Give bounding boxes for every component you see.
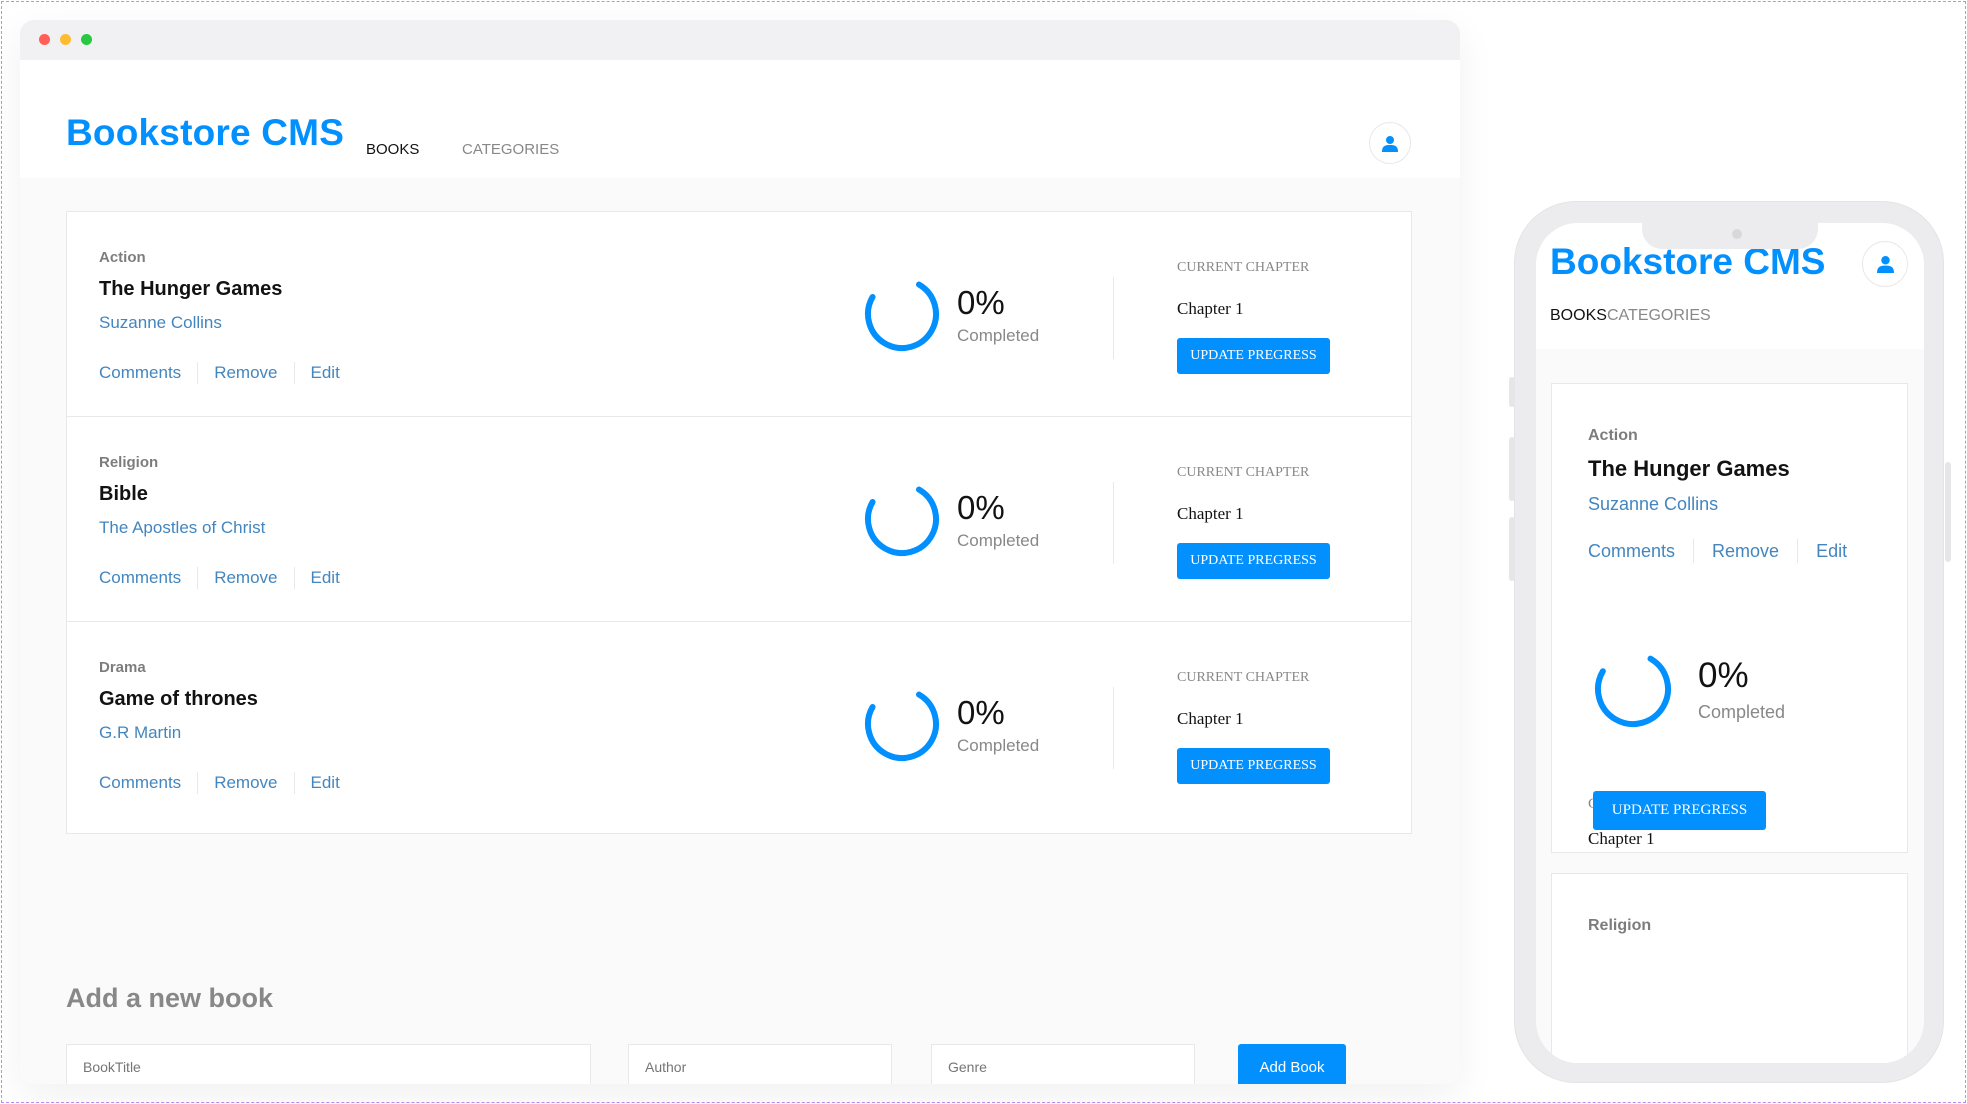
action-divider (197, 772, 199, 794)
phone-side-button (1945, 462, 1951, 562)
action-divider (1797, 539, 1799, 563)
progress-completed-label: Completed (957, 326, 1040, 345)
mobile-update-progress-button[interactable]: UPDATE PREGRESS (1593, 791, 1766, 830)
book-actions: Comments Remove Edit (99, 772, 340, 794)
update-progress-button[interactable]: UPDATE PREGRESS (1177, 338, 1330, 374)
progress-ring (865, 482, 939, 556)
progress-percent: 0% (957, 489, 1005, 526)
phone-notch (1642, 223, 1818, 249)
book-actions: Comments Remove Edit (99, 362, 340, 384)
app-header: Bookstore CMS BOOKS CATEGORIES (20, 60, 1460, 178)
progress-completed-label: Completed (1698, 702, 1786, 722)
update-progress-button[interactable]: UPDATE PREGRESS (1177, 748, 1330, 784)
author-input[interactable] (628, 1044, 892, 1084)
book-actions: Comments Remove Edit (99, 567, 340, 589)
app-logo[interactable]: Bookstore CMS (66, 112, 344, 154)
phone-side-button (1509, 437, 1515, 501)
action-divider (293, 567, 295, 589)
book-genre: Religion (1588, 917, 1652, 934)
camera-icon (1732, 229, 1742, 239)
progress-ring (1595, 651, 1671, 727)
window-close-dot[interactable] (39, 34, 50, 45)
book-actions: Comments Remove Edit (1588, 539, 1847, 563)
book-author: The Apostles of Christ (99, 518, 266, 537)
comments-button[interactable]: Comments (99, 773, 181, 793)
progress-ring (865, 687, 939, 761)
progress-percent: 0% (957, 284, 1005, 321)
book-title: The Hunger Games (99, 278, 283, 300)
add-book-heading: Add a new book (66, 983, 274, 1013)
action-divider (293, 362, 295, 384)
edit-button[interactable]: Edit (311, 568, 340, 588)
phone-screen: Bookstore CMS BOOKS CATEGORIES Action Th… (1536, 223, 1924, 1063)
current-chapter-value: Chapter 1 (1177, 504, 1244, 523)
mobile-phone-frame: Bookstore CMS BOOKS CATEGORIES Action Th… (1509, 201, 1951, 1083)
action-divider (1693, 539, 1695, 563)
progress-percent: 0% (1698, 656, 1749, 695)
comments-button[interactable]: Comments (1588, 541, 1675, 562)
edit-button[interactable]: Edit (1816, 541, 1847, 562)
user-avatar-button[interactable] (1369, 122, 1411, 164)
remove-button[interactable]: Remove (1712, 541, 1779, 562)
book-title: Bible (99, 483, 148, 505)
phone-side-button (1509, 377, 1515, 407)
current-chapter-value: Chapter 1 (1177, 709, 1244, 728)
user-icon (1382, 135, 1398, 152)
window-minimize-dot[interactable] (60, 34, 71, 45)
book-title-input[interactable] (66, 1044, 591, 1084)
nav-categories-link[interactable]: CATEGORIES (462, 141, 559, 158)
add-book-button[interactable]: Add Book (1238, 1044, 1346, 1084)
book-title: The Hunger Games (1588, 456, 1790, 481)
progress-completed-label: Completed (957, 736, 1040, 755)
user-icon (1876, 256, 1894, 273)
action-divider (197, 362, 199, 384)
mobile-nav-books-link[interactable]: BOOKS (1550, 307, 1607, 325)
comments-button[interactable]: Comments (99, 363, 181, 383)
browser-titlebar (20, 20, 1460, 60)
edit-button[interactable]: Edit (311, 773, 340, 793)
progress-divider (1113, 482, 1114, 564)
current-chapter-value: Chapter 1 (1177, 299, 1244, 318)
mobile-book-card: Action The Hunger Games Suzanne Collins … (1551, 383, 1908, 853)
progress-completed-label: Completed (957, 531, 1040, 550)
phone-side-button (1509, 517, 1515, 581)
book-author: Suzanne Collins (1588, 494, 1719, 514)
current-chapter-value: Chapter 1 (1588, 829, 1655, 848)
progress-divider (1113, 687, 1114, 769)
book-genre: Drama (99, 659, 146, 676)
desktop-browser-window: Bookstore CMS BOOKS CATEGORIES Action Th… (20, 20, 1460, 1084)
remove-button[interactable]: Remove (214, 363, 277, 383)
update-progress-button[interactable]: UPDATE PREGRESS (1177, 543, 1330, 579)
book-genre: Action (99, 249, 146, 266)
book-card: Drama Game of thrones G.R Martin Comment… (66, 621, 1412, 834)
nav-books-link[interactable]: BOOKS (366, 141, 419, 158)
book-card: Action The Hunger Games Suzanne Collins … (66, 211, 1412, 424)
remove-button[interactable]: Remove (214, 568, 277, 588)
book-genre: Religion (99, 454, 159, 471)
mobile-book-card: Religion (1551, 873, 1908, 1063)
book-card: Religion Bible The Apostles of Christ Co… (66, 416, 1412, 629)
mobile-user-avatar-button[interactable] (1862, 241, 1908, 287)
book-author: G.R Martin (99, 723, 182, 742)
current-chapter-label: CURRENT CHAPTER (1177, 670, 1310, 685)
book-genre: Action (1588, 427, 1638, 444)
genre-input[interactable] (931, 1044, 1195, 1084)
current-chapter-label: CURRENT CHAPTER (1177, 465, 1310, 480)
window-maximize-dot[interactable] (81, 34, 92, 45)
book-author: Suzanne Collins (99, 313, 222, 332)
comments-button[interactable]: Comments (99, 568, 181, 588)
remove-button[interactable]: Remove (214, 773, 277, 793)
action-divider (293, 772, 295, 794)
current-chapter-label: CURRENT CHAPTER (1177, 260, 1310, 275)
action-divider (197, 567, 199, 589)
edit-button[interactable]: Edit (311, 363, 340, 383)
mobile-nav-categories-link[interactable]: CATEGORIES (1607, 307, 1711, 325)
progress-ring (865, 277, 939, 352)
book-title: Game of thrones (99, 688, 258, 710)
progress-percent: 0% (957, 694, 1005, 731)
progress-divider (1113, 277, 1114, 359)
